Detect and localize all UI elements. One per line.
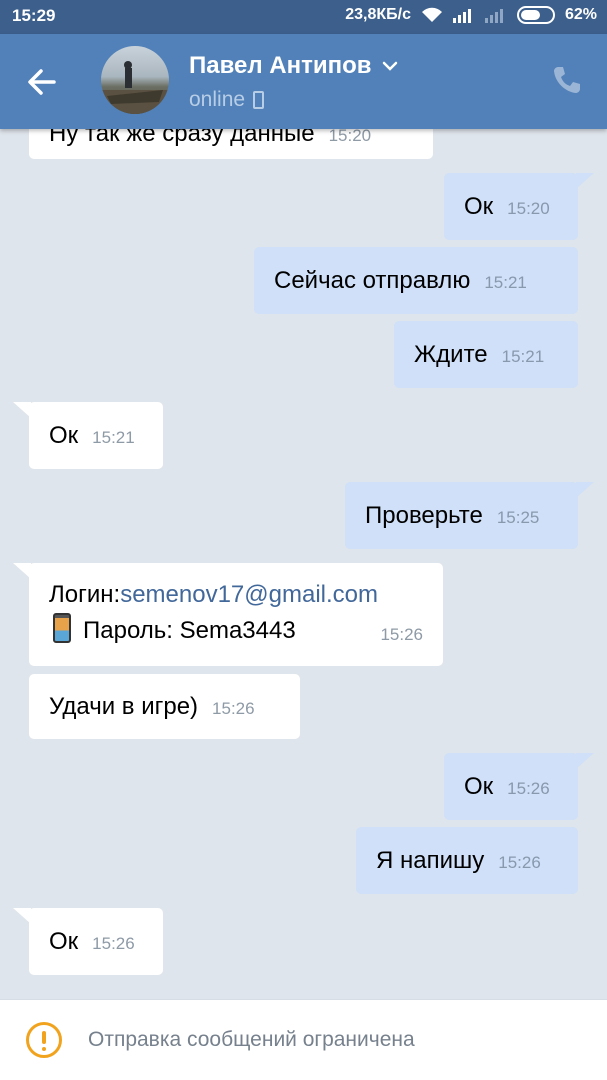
password-text: Пароль: Sema3443 bbox=[83, 617, 296, 644]
wifi-icon bbox=[421, 7, 443, 23]
network-speed: 23,8КБ/с bbox=[345, 6, 411, 23]
message-bubble[interactable]: Ок 15:20 bbox=[444, 173, 594, 240]
phone-icon bbox=[554, 67, 580, 93]
message-text: Я напишу bbox=[376, 847, 485, 874]
message-bubble[interactable]: Ок 15:26 bbox=[444, 753, 594, 820]
status-icons: 23,8КБ/с 62% bbox=[345, 6, 597, 24]
status-time: 15:29 bbox=[12, 6, 56, 25]
battery-fill bbox=[520, 10, 540, 20]
message-bubble[interactable]: Проверьте 15:25 bbox=[345, 482, 594, 549]
message-time: 15:26 bbox=[507, 779, 550, 798]
message-bubble[interactable]: Сейчас отправлю 15:21 bbox=[254, 247, 578, 314]
message-bubble[interactable]: Ок 15:26 bbox=[13, 908, 163, 975]
mobile-device-icon bbox=[253, 91, 265, 109]
message-text: Ну так же сразу данные bbox=[49, 129, 315, 147]
signal-icon bbox=[452, 7, 475, 23]
status-bar: 15:29 23,8КБ/с 62% bbox=[0, 0, 607, 34]
contact-name[interactable]: Павел Антипов bbox=[189, 52, 398, 80]
message-text: Ок bbox=[49, 422, 79, 449]
message-text: Ждите bbox=[414, 341, 488, 368]
message-time: 15:21 bbox=[484, 273, 527, 292]
message-text: Проверьте bbox=[365, 502, 483, 529]
chat-header: Павел Антипов online bbox=[0, 34, 607, 129]
bubble-tail bbox=[576, 482, 594, 498]
presence-label: online bbox=[189, 88, 246, 111]
message-text: Сейчас отправлю bbox=[274, 267, 471, 294]
restriction-notice: Отправка сообщений ограничена bbox=[88, 1028, 415, 1051]
message-bubble[interactable]: Ну так же сразу данные 15:20 bbox=[29, 129, 433, 159]
message-bubble[interactable]: Удачи в игре) 15:26 bbox=[29, 674, 300, 739]
message-time: 15:20 bbox=[328, 129, 372, 145]
message-text: Удачи в игре) bbox=[49, 693, 199, 720]
battery-icon bbox=[516, 6, 555, 24]
email-link[interactable]: semenov17@gmail.com bbox=[120, 581, 378, 608]
message-list[interactable]: Ну так же сразу данные 15:20 Ок 15:20 Сейч… bbox=[0, 129, 607, 999]
password-line: Пароль: Sema3443 15:26 bbox=[49, 613, 423, 649]
message-time: 15:26 bbox=[380, 625, 423, 644]
message-bubble[interactable]: Я напишу 15:26 bbox=[356, 827, 578, 894]
message-time: 15:25 bbox=[496, 508, 540, 527]
bubble-tail bbox=[576, 753, 594, 769]
arrow-left-icon bbox=[28, 69, 56, 95]
presence-status: online bbox=[189, 88, 265, 112]
message-text: Ок bbox=[464, 773, 494, 800]
message-text: Ок bbox=[49, 928, 79, 955]
chevron-down-icon bbox=[382, 61, 397, 71]
message-time: 15:26 bbox=[498, 853, 541, 872]
message-text: Ок bbox=[464, 193, 494, 220]
message-time: 15:26 bbox=[92, 934, 135, 953]
message-time: 15:21 bbox=[501, 347, 545, 366]
bubble-tail bbox=[576, 173, 594, 189]
message-time: 15:26 bbox=[212, 699, 255, 718]
message-bubble[interactable]: Ок 15:21 bbox=[13, 402, 163, 469]
login-line: Логин:semenov17@gmail.com bbox=[49, 577, 423, 613]
message-bubble[interactable]: Ждите 15:21 bbox=[394, 321, 578, 388]
back-button[interactable] bbox=[22, 62, 62, 102]
bubble-tail bbox=[13, 402, 31, 418]
battery-percent: 62% bbox=[564, 6, 597, 23]
bubble-tail bbox=[13, 563, 31, 579]
contact-name-label: Павел Антипов bbox=[189, 52, 372, 79]
message-bubble[interactable]: Логин:semenov17@gmail.com Пароль: Sema34… bbox=[13, 563, 443, 666]
signal-secondary-icon bbox=[484, 7, 507, 23]
message-time: 15:20 bbox=[507, 199, 550, 218]
mobile-phone-emoji-icon bbox=[53, 613, 71, 643]
messaging-restricted-bar: Отправка сообщений ограничена bbox=[0, 999, 607, 1080]
warning-icon bbox=[26, 1022, 62, 1058]
call-button[interactable] bbox=[551, 64, 583, 96]
login-label: Логин: bbox=[49, 581, 121, 608]
message-time: 15:21 bbox=[92, 428, 135, 447]
bubble-tail bbox=[13, 908, 31, 924]
avatar[interactable] bbox=[101, 46, 169, 114]
